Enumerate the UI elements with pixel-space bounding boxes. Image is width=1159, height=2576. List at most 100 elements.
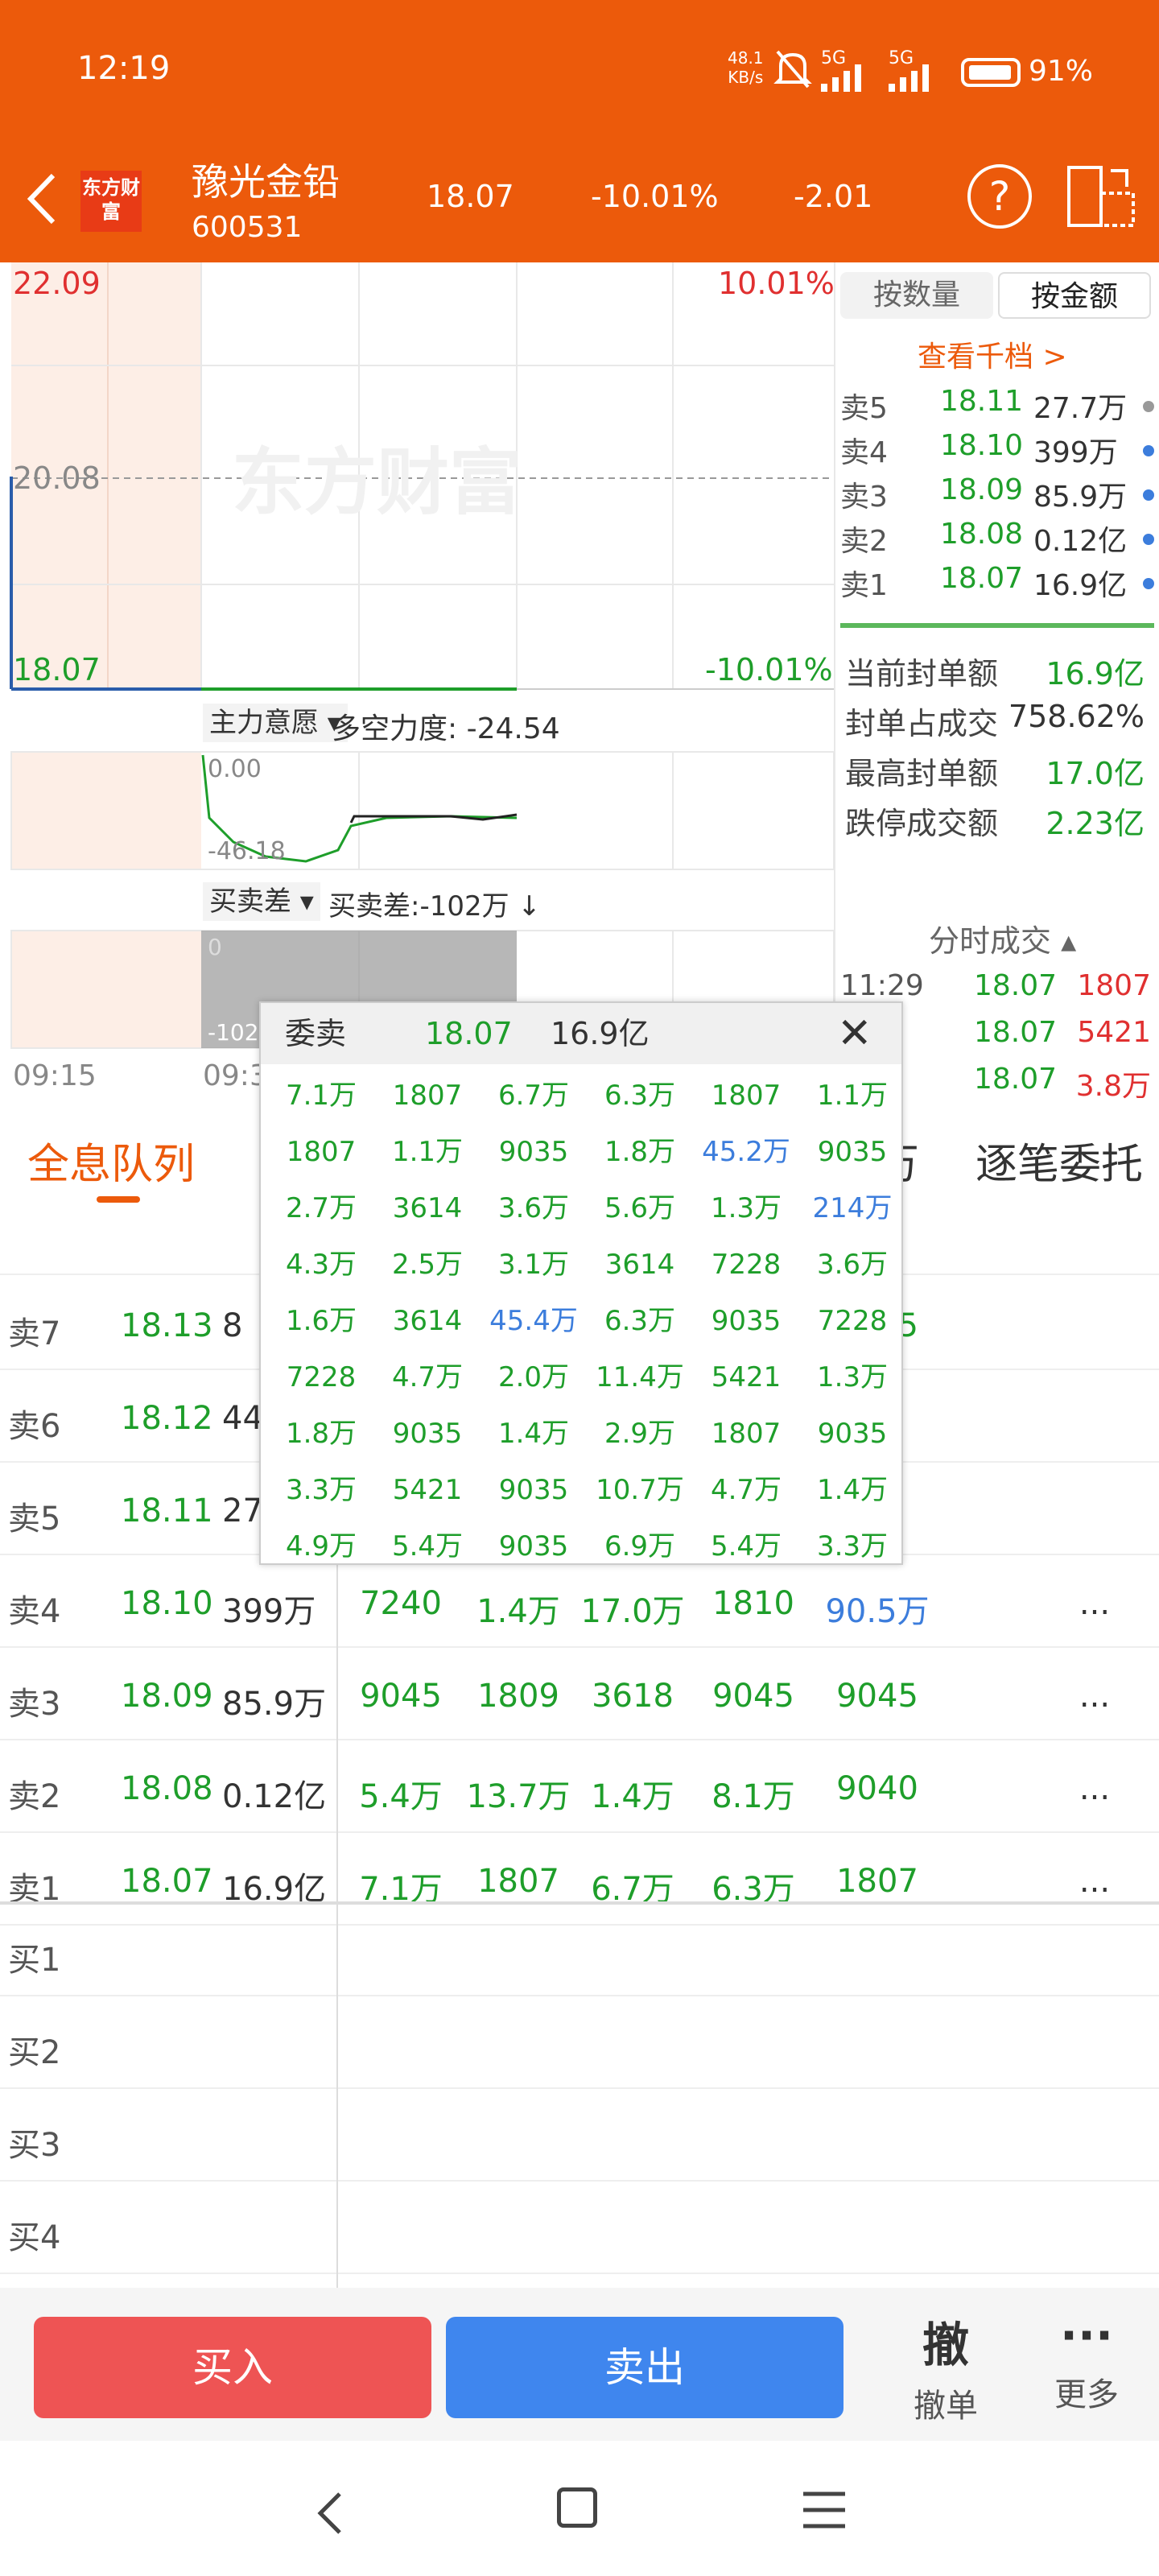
tick-volume: 1807 [1077,969,1151,1002]
quote-row[interactable]: 卖2 18.08 0.12亿 [840,518,1159,559]
tab-full-queue[interactable]: 全息队列 [27,1130,195,1191]
quote-label: 卖3 [840,481,888,514]
quote-label: 卖2 [840,525,888,558]
back-icon[interactable] [24,171,60,227]
queue-order-cell: 9040 [836,1770,918,1807]
popup-order-cell: 3.6万 [816,1249,889,1281]
view-thousand-levels-link[interactable]: 查看千档 > [918,333,1067,375]
indicator2-top: 0 [208,934,222,960]
popup-order-cell: 3614 [392,1305,463,1337]
buy-queue-row[interactable]: 买1 [0,1905,1159,1996]
indicator1-low: -46.18 [208,837,286,865]
close-icon[interactable]: ✕ [837,1003,872,1064]
quote-row[interactable]: 卖4 18.10 399万 [840,429,1159,471]
indicator1-zero: 0.00 [208,755,262,783]
popup-order-cell: 9035 [711,1305,782,1337]
popup-order-cell: 1807 [711,1080,782,1112]
time-share-chart[interactable]: 东方财富 22.09 10.01% 20.08 18.07 -10.01% 主力… [0,262,835,1100]
popup-order-cell: 1.6万 [285,1305,357,1337]
nav-home-icon[interactable] [557,2487,597,2528]
popup-order-cell: 214万 [812,1192,893,1224]
stat-value: 2.23亿 [1046,806,1145,841]
popup-order-cell: 5.4万 [391,1530,464,1563]
layout-switch-icon[interactable] [1066,164,1136,229]
buy-queue-row[interactable]: 买4 [0,2182,1159,2274]
queue-level-label: 卖6 [8,1408,61,1445]
indicator2-selector[interactable]: 买卖差 ▾ [203,882,320,921]
quote-dot-icon [1143,534,1154,545]
ticks-title[interactable]: 分时成交 ▴ [929,916,1076,960]
popup-order-cell: 9035 [817,1136,888,1168]
sell-button[interactable]: 卖出 [446,2317,843,2418]
popup-header: 委卖 18.07 16.9亿 ✕ [261,1003,901,1064]
queue-level-label: 卖4 [8,1593,61,1630]
buy-queue-row[interactable]: 买3 [0,2090,1159,2182]
quote-amount: 16.9亿 [1033,569,1128,602]
tab-by-quantity[interactable]: 按数量 [840,272,993,319]
stock-change-pct: -10.01% [591,179,719,214]
quote-row[interactable]: 卖5 18.11 27.7万 [840,385,1159,427]
queue-order-cell: ... [1079,1585,1111,1622]
quote-row[interactable]: 卖1 18.07 16.9亿 [840,562,1159,604]
queue-level-label: 买1 [8,1942,61,1979]
seal-stat-row: 当前封单额 16.9亿 [845,649,1156,693]
buy-button[interactable]: 买入 [34,2317,431,2418]
popup-order-cell: 5421 [392,1474,463,1506]
quote-dot-icon [1143,489,1154,501]
indicator1-selector[interactable]: 主力意愿 ▾ [203,704,348,742]
nav-back-icon[interactable] [314,2489,346,2541]
quote-dot-icon [1143,578,1154,589]
stat-label: 最高封单额 [845,756,999,791]
sell-queue-row[interactable]: 卖3 18.09 85.9万 9045 1809 3618 9045 9045... [0,1649,1159,1740]
sell-queue-row[interactable]: 卖2 18.08 0.12亿 5.4万 13.7万 1.4万 8.1万 9040... [0,1741,1159,1833]
cancel-order-button[interactable]: 撤 撤单 [893,2307,998,2426]
popup-price: 18.07 [425,1016,513,1051]
queue-order-cell: 1.4万 [476,1593,560,1630]
stat-label: 封单占成交 [845,706,999,741]
tab-order-by-order[interactable]: 逐笔委托 [975,1130,1143,1191]
tab-by-amount[interactable]: 按金额 [998,272,1151,319]
quote-row[interactable]: 卖3 18.09 85.9万 [840,473,1159,515]
cancel-icon: 撤 [922,2318,969,2372]
buy-queue-row[interactable]: 买2 [0,1997,1159,2089]
quote-amount: 399万 [1033,436,1118,469]
popup-order-cell: 1807 [286,1136,357,1168]
help-button[interactable]: ? [967,164,1032,229]
nav-menu-icon[interactable] [803,2489,845,2534]
more-icon: ··· [1059,2308,1114,2363]
popup-order-cell: 6.9万 [604,1530,676,1563]
queue-level-label: 卖7 [8,1315,61,1352]
popup-order-cell: 1.1万 [391,1136,464,1168]
popup-order-cell: 6.3万 [604,1080,676,1112]
popup-order-cell: 3.3万 [816,1530,889,1563]
popup-order-cell: 2.0万 [497,1361,570,1393]
popup-order-cell: 10.7万 [596,1474,684,1506]
indicator2-text: 买卖差:-102万 ↓ [328,890,541,923]
queue-order-cell: 13.7万 [466,1778,571,1815]
queue-order-cell: 1807 [836,1863,918,1900]
popup-order-cell: 9035 [498,1136,569,1168]
popup-order-cell: 1.1万 [816,1080,889,1112]
right-panel-divider [834,262,835,1100]
stat-value: 758.62% [1008,699,1145,734]
more-button[interactable]: ··· 更多 [1030,2307,1143,2415]
queue-order-cell: 1809 [477,1678,559,1715]
cancel-label: 撤单 [914,2388,978,2425]
system-nav-bar [0,2441,1159,2576]
quote-amount: 85.9万 [1033,481,1128,514]
queue-order-cell: ... [1079,1678,1111,1715]
quote-price: 18.08 [940,518,1024,551]
popup-order-cell: 1.4万 [497,1418,570,1450]
time-start: 09:15 [13,1059,97,1092]
queue-order-cell: 7240 [360,1585,442,1622]
queue-order-cell: 1807 [477,1863,559,1900]
popup-order-cell: 1.3万 [710,1192,782,1224]
tick-volume: 3.8万 [1075,1070,1151,1103]
queue-order-cell: 3618 [592,1678,674,1715]
queue-order-cell: 9045 [360,1678,442,1715]
battery-percent: 91% [1029,55,1094,88]
more-label: 更多 [1054,2376,1119,2413]
popup-order-cell: 5.4万 [710,1530,782,1563]
tick-price: 18.07 [974,1063,1058,1096]
price-bottom: 18.07 [13,652,101,687]
